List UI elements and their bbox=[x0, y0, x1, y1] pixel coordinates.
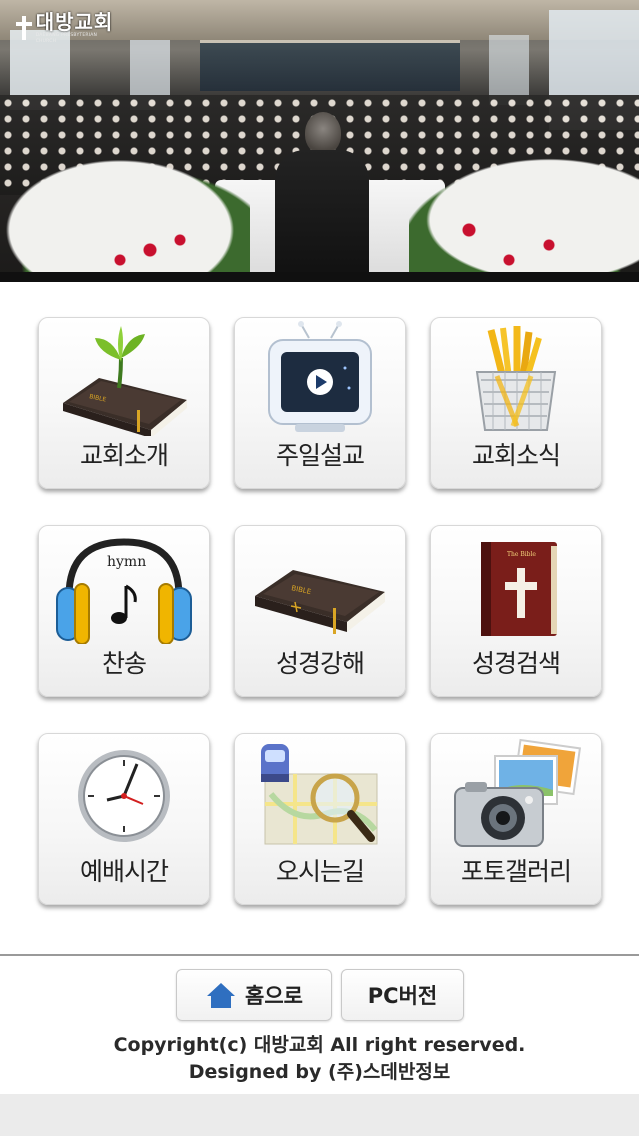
cross-icon bbox=[14, 14, 34, 42]
svg-text:The Bible: The Bible bbox=[507, 551, 536, 558]
hero-flowers-left bbox=[0, 150, 250, 276]
logo-name: 대방교회 bbox=[35, 10, 114, 34]
menu-tile-church-intro[interactable]: BIBLE 교회소개 bbox=[38, 317, 210, 489]
menu-tile-bible-lecture[interactable]: BIBLE 성경강해 bbox=[234, 525, 406, 697]
menu-tile-worship-time[interactable]: 예배시간 bbox=[38, 733, 210, 905]
menu-tile-photo-gallery[interactable]: 포토갤러리 bbox=[430, 733, 602, 905]
footer-copyright-block: Copyright(c) 대방교회 All right reserved. De… bbox=[0, 1032, 639, 1086]
hero-balcony bbox=[200, 40, 460, 91]
hymn-headphones-icon: hymn bbox=[56, 538, 192, 644]
svg-text:hymn: hymn bbox=[107, 554, 146, 570]
pc-version-label: PC버전 bbox=[367, 984, 438, 1008]
menu-tile-bible-search[interactable]: The Bible 성경검색 bbox=[430, 525, 602, 697]
hero-border bbox=[0, 272, 639, 282]
home-icon bbox=[207, 983, 236, 1008]
hero-pastor bbox=[275, 112, 369, 276]
bible-book-icon: BIBLE bbox=[255, 570, 385, 634]
menu-tile-directions[interactable]: 오시는길 bbox=[234, 733, 406, 905]
hero-flowers-right bbox=[409, 150, 639, 276]
bible-sprout-icon: BIBLE bbox=[63, 326, 187, 436]
menu-label: 오시는길 bbox=[275, 857, 365, 886]
menu-label: 찬송 bbox=[101, 649, 147, 678]
copyright-text: Copyright(c) 대방교회 All right reserved. bbox=[113, 1034, 526, 1056]
footer: 홈으로 PC버전 Copyright(c) 대방교회 All right res… bbox=[0, 956, 639, 1094]
logo-subtitle: DAEBANG PRESBYTERIAN CHURCH bbox=[35, 33, 98, 44]
clock-icon bbox=[78, 750, 170, 842]
home-label: 홈으로 bbox=[245, 984, 303, 1008]
pc-version-button[interactable]: PC버전 bbox=[341, 969, 464, 1021]
menu-tile-church-news[interactable]: 교회소식 bbox=[430, 317, 602, 489]
holy-bible-icon: The Bible bbox=[481, 542, 557, 636]
church-logo[interactable]: 대방교회 DAEBANG PRESBYTERIAN CHURCH bbox=[14, 10, 118, 44]
train-map-magnifier-icon bbox=[261, 744, 378, 845]
menu-tile-sunday-sermon[interactable]: 주일설교 bbox=[234, 317, 406, 489]
home-button[interactable]: 홈으로 bbox=[176, 969, 332, 1021]
menu-label: 교회소식 bbox=[471, 441, 561, 470]
designer-credit: Designed by (주)스데반정보 bbox=[188, 1061, 451, 1083]
menu-tile-hymn[interactable]: hymn 찬송 bbox=[38, 525, 210, 697]
menu-label: 교회소개 bbox=[79, 441, 169, 470]
menu-grid: BIBLE 교회소개 주일설교 교회소식 hymn 찬송 BIBLE 성경강해 … bbox=[0, 282, 639, 954]
hero-banner: 대방교회 DAEBANG PRESBYTERIAN CHURCH bbox=[0, 0, 639, 276]
pencil-cup-icon bbox=[475, 326, 557, 431]
menu-label: 포토갤러리 bbox=[460, 857, 572, 886]
menu-label: 성경강해 bbox=[275, 649, 365, 678]
camera-photos-icon bbox=[454, 738, 582, 847]
tv-play-icon bbox=[268, 321, 372, 432]
menu-label: 주일설교 bbox=[275, 441, 365, 470]
menu-label: 예배시간 bbox=[79, 857, 169, 886]
menu-label: 성경검색 bbox=[471, 649, 561, 678]
bottom-strip bbox=[0, 1094, 639, 1136]
